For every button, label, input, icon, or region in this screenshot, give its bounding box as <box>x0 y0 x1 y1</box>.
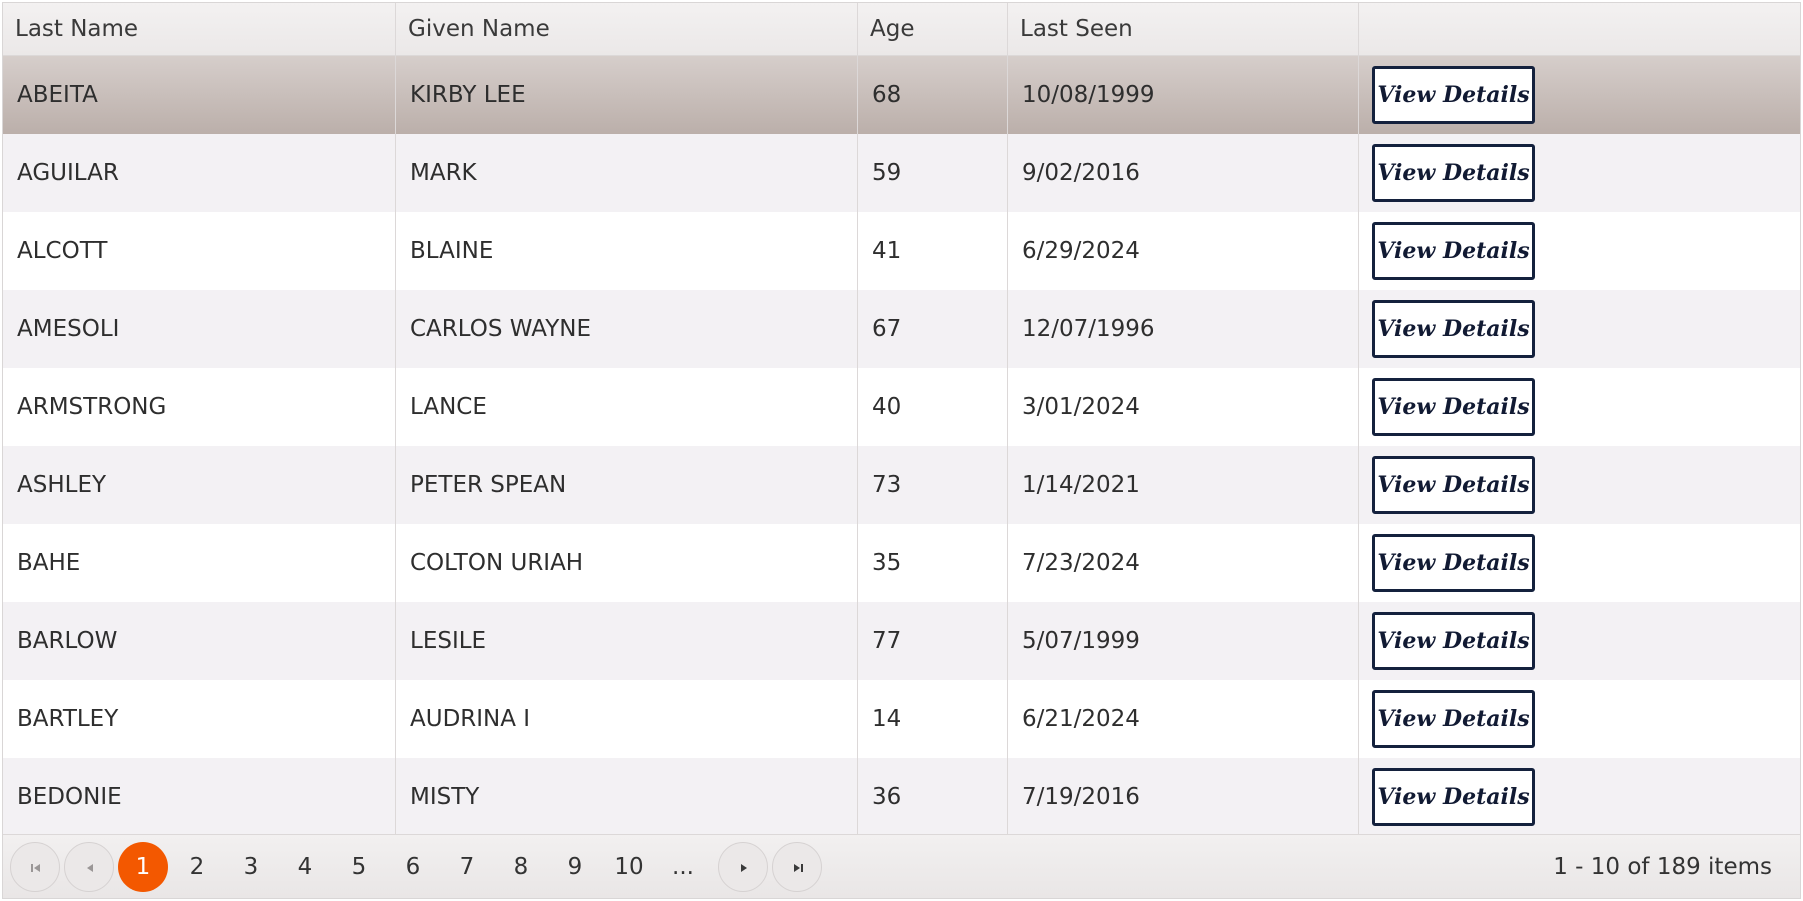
cell-age: 77 <box>858 602 1008 680</box>
table-row[interactable]: BAHE COLTON URIAH 35 7/23/2024 View Deta… <box>3 524 1800 602</box>
cell-last-seen: 6/29/2024 <box>1008 212 1359 290</box>
view-details-button[interactable]: View Details <box>1372 690 1535 748</box>
cell-age: 14 <box>858 680 1008 758</box>
view-details-button[interactable]: View Details <box>1372 66 1535 124</box>
cell-last-name: ARMSTRONG <box>3 368 396 446</box>
cell-last-seen: 10/08/1999 <box>1008 56 1359 134</box>
grid-pager: 1 2 3 4 5 6 7 8 9 10 ... 1 - 10 of 189 i… <box>3 834 1800 898</box>
view-details-button[interactable]: View Details <box>1372 612 1535 670</box>
cell-given-name: MARK <box>396 134 858 212</box>
page-button-2[interactable]: 2 <box>172 842 222 892</box>
cell-actions: View Details <box>1359 602 1802 680</box>
table-row[interactable]: AGUILAR MARK 59 9/02/2016 View Details <box>3 134 1800 212</box>
page-button-8[interactable]: 8 <box>496 842 546 892</box>
table-row[interactable]: BARLOW LESILE 77 5/07/1999 View Details <box>3 602 1800 680</box>
cell-last-name: AMESOLI <box>3 290 396 368</box>
next-page-icon[interactable] <box>718 842 768 892</box>
people-grid: Last Name Given Name Age Last Seen ABEIT… <box>2 2 1801 899</box>
cell-age: 36 <box>858 758 1008 836</box>
cell-last-seen: 7/19/2016 <box>1008 758 1359 836</box>
first-page-icon[interactable] <box>10 842 60 892</box>
cell-actions: View Details <box>1359 134 1802 212</box>
cell-last-name: ABEITA <box>3 56 396 134</box>
cell-last-name: BARLOW <box>3 602 396 680</box>
table-row[interactable]: BARTLEY AUDRINA I 14 6/21/2024 View Deta… <box>3 680 1800 758</box>
table-row[interactable]: ARMSTRONG LANCE 40 3/01/2024 View Detail… <box>3 368 1800 446</box>
page-button-7[interactable]: 7 <box>442 842 492 892</box>
cell-given-name: COLTON URIAH <box>396 524 858 602</box>
cell-given-name: CARLOS WAYNE <box>396 290 858 368</box>
page-button-9[interactable]: 9 <box>550 842 600 892</box>
cell-actions: View Details <box>1359 446 1802 524</box>
page-button-6[interactable]: 6 <box>388 842 438 892</box>
view-details-button[interactable]: View Details <box>1372 300 1535 358</box>
cell-last-name: ASHLEY <box>3 446 396 524</box>
cell-given-name: KIRBY LEE <box>396 56 858 134</box>
cell-given-name: BLAINE <box>396 212 858 290</box>
cell-age: 35 <box>858 524 1008 602</box>
cell-age: 73 <box>858 446 1008 524</box>
view-details-button[interactable]: View Details <box>1372 534 1535 592</box>
table-row[interactable]: ASHLEY PETER SPEAN 73 1/14/2021 View Det… <box>3 446 1800 524</box>
page-button-5[interactable]: 5 <box>334 842 384 892</box>
cell-given-name: PETER SPEAN <box>396 446 858 524</box>
cell-last-seen: 12/07/1996 <box>1008 290 1359 368</box>
grid-header: Last Name Given Name Age Last Seen <box>3 3 1800 56</box>
page-button-4[interactable]: 4 <box>280 842 330 892</box>
previous-page-icon[interactable] <box>64 842 114 892</box>
cell-actions: View Details <box>1359 524 1802 602</box>
cell-given-name: AUDRINA I <box>396 680 858 758</box>
cell-actions: View Details <box>1359 680 1802 758</box>
last-page-icon[interactable] <box>772 842 822 892</box>
page-button-10[interactable]: 10 <box>604 842 654 892</box>
cell-actions: View Details <box>1359 368 1802 446</box>
page-button-more[interactable]: ... <box>658 842 708 892</box>
cell-given-name: LESILE <box>396 602 858 680</box>
page-button-3[interactable]: 3 <box>226 842 276 892</box>
cell-age: 41 <box>858 212 1008 290</box>
pager-info: 1 - 10 of 189 items <box>1553 854 1772 880</box>
column-header-actions <box>1359 3 1802 55</box>
cell-last-name: BAHE <box>3 524 396 602</box>
column-header-age[interactable]: Age <box>858 3 1008 55</box>
cell-actions: View Details <box>1359 212 1802 290</box>
cell-age: 67 <box>858 290 1008 368</box>
view-details-button[interactable]: View Details <box>1372 378 1535 436</box>
view-details-button[interactable]: View Details <box>1372 456 1535 514</box>
cell-last-seen: 6/21/2024 <box>1008 680 1359 758</box>
cell-last-name: AGUILAR <box>3 134 396 212</box>
cell-given-name: LANCE <box>396 368 858 446</box>
column-header-last-name[interactable]: Last Name <box>3 3 396 55</box>
table-row[interactable]: ABEITA KIRBY LEE 68 10/08/1999 View Deta… <box>3 56 1800 134</box>
cell-last-seen: 3/01/2024 <box>1008 368 1359 446</box>
cell-age: 59 <box>858 134 1008 212</box>
view-details-button[interactable]: View Details <box>1372 144 1535 202</box>
view-details-button[interactable]: View Details <box>1372 768 1535 826</box>
cell-last-seen: 1/14/2021 <box>1008 446 1359 524</box>
table-row[interactable]: ALCOTT BLAINE 41 6/29/2024 View Details <box>3 212 1800 290</box>
cell-last-seen: 5/07/1999 <box>1008 602 1359 680</box>
column-header-last-seen[interactable]: Last Seen <box>1008 3 1359 55</box>
cell-age: 68 <box>858 56 1008 134</box>
cell-last-name: BEDONIE <box>3 758 396 836</box>
cell-last-seen: 9/02/2016 <box>1008 134 1359 212</box>
cell-given-name: MISTY <box>396 758 858 836</box>
column-header-given-name[interactable]: Given Name <box>396 3 858 55</box>
cell-actions: View Details <box>1359 56 1802 134</box>
cell-actions: View Details <box>1359 758 1802 836</box>
cell-last-seen: 7/23/2024 <box>1008 524 1359 602</box>
table-row[interactable]: BEDONIE MISTY 36 7/19/2016 View Details <box>3 758 1800 836</box>
cell-actions: View Details <box>1359 290 1802 368</box>
view-details-button[interactable]: View Details <box>1372 222 1535 280</box>
cell-last-name: BARTLEY <box>3 680 396 758</box>
page-button-1[interactable]: 1 <box>118 842 168 892</box>
table-row[interactable]: AMESOLI CARLOS WAYNE 67 12/07/1996 View … <box>3 290 1800 368</box>
cell-last-name: ALCOTT <box>3 212 396 290</box>
cell-age: 40 <box>858 368 1008 446</box>
